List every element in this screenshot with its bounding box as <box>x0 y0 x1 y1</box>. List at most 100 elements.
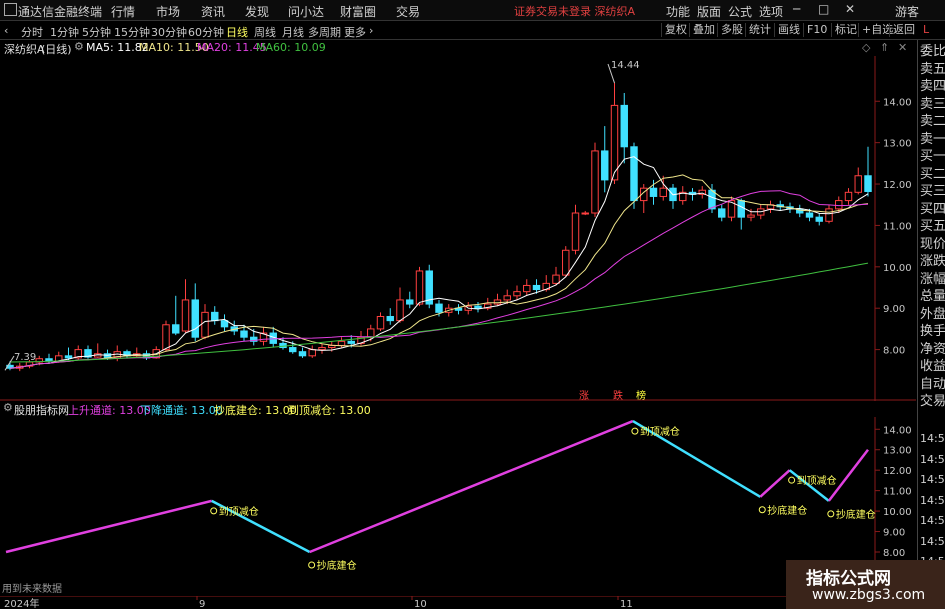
collapse-icon[interactable]: ‹ <box>4 24 8 37</box>
tab-5min[interactable]: 5分钟 <box>82 24 111 40</box>
login-warning[interactable]: 证券交易未登录 深纺织A <box>514 3 635 19</box>
candle[interactable] <box>367 328 375 338</box>
candle[interactable] <box>844 191 853 202</box>
candle[interactable] <box>181 299 190 332</box>
candle[interactable] <box>406 299 414 305</box>
candle[interactable] <box>601 150 609 181</box>
candle[interactable] <box>308 349 316 357</box>
tab-1min[interactable]: 1分钟 <box>50 24 79 40</box>
tab-daily[interactable]: 日线 <box>226 24 248 40</box>
draw-button[interactable]: 画线 <box>774 23 803 37</box>
f10-button[interactable]: F10 <box>803 23 830 37</box>
chart-close-icon[interactable]: ✕ <box>898 41 907 54</box>
menu-market[interactable]: 市场 <box>156 3 180 20</box>
candle[interactable] <box>191 299 199 338</box>
menu-news[interactable]: 资讯 <box>201 3 225 20</box>
candle[interactable] <box>532 284 541 291</box>
candle[interactable] <box>708 189 716 210</box>
candle[interactable] <box>854 175 862 193</box>
side-panel-item[interactable]: 收益 <box>920 358 945 375</box>
candle[interactable] <box>523 284 531 293</box>
multi-stock-button[interactable]: 多股 <box>717 23 746 37</box>
rank-list-marker[interactable]: 榜 <box>636 389 646 401</box>
tab-30min[interactable]: 30分钟 <box>151 24 187 40</box>
candle[interactable] <box>386 315 394 322</box>
diamond-icon[interactable]: ◇ <box>862 41 870 54</box>
candle[interactable] <box>172 324 180 334</box>
side-panel-item[interactable]: 委比 <box>920 43 945 60</box>
side-panel-item[interactable]: 换手 <box>920 323 945 340</box>
side-panel-item[interactable]: 外盘 <box>920 306 945 323</box>
menu-options[interactable]: 选项 <box>759 3 783 20</box>
candle[interactable] <box>659 187 667 197</box>
candle[interactable] <box>513 291 521 297</box>
candle[interactable] <box>835 200 843 210</box>
candle[interactable] <box>737 200 745 218</box>
menu-quotes[interactable]: 行情 <box>111 3 135 20</box>
menu-formula[interactable]: 公式 <box>728 3 752 20</box>
rank-fall-marker[interactable]: 跌 <box>613 389 623 401</box>
candle[interactable] <box>493 299 502 305</box>
stock-name[interactable]: 深纺织A <box>4 41 45 57</box>
candle[interactable] <box>815 216 823 222</box>
candle[interactable] <box>474 305 482 309</box>
side-panel-item[interactable]: 净资 <box>920 341 945 358</box>
stats-button[interactable]: 统计 <box>745 23 774 37</box>
candle[interactable] <box>581 212 589 215</box>
menu-function[interactable]: 功能 <box>666 3 690 20</box>
side-panel-item[interactable]: 现价 <box>920 236 945 253</box>
menu-discover[interactable]: 发现 <box>245 3 269 20</box>
side-panel-item[interactable]: 买二 <box>920 166 945 183</box>
overlay-button[interactable]: 叠加 <box>689 23 718 37</box>
candle[interactable] <box>805 212 814 218</box>
candle[interactable] <box>376 315 385 330</box>
back-button[interactable]: 返回 <box>889 23 918 37</box>
menu-wealth[interactable]: 财富圈 <box>340 3 376 20</box>
candle[interactable] <box>562 249 570 276</box>
tab-weekly[interactable]: 周线 <box>254 24 276 40</box>
tab-more[interactable]: 更多 <box>344 24 366 40</box>
side-panel-item[interactable]: 总量 <box>920 288 945 305</box>
side-panel-item[interactable]: 卖四 <box>920 78 945 95</box>
side-panel-item[interactable]: 卖一 <box>920 131 945 148</box>
settings-gear-icon[interactable]: ⚙ <box>74 40 84 53</box>
indicator-chart[interactable]: 14.0013.0012.0011.0010.009.008.00 到顶减仓抄底… <box>0 417 916 596</box>
candle[interactable] <box>630 146 638 202</box>
candle[interactable] <box>220 320 229 328</box>
side-panel-item[interactable]: 买四 <box>920 201 945 218</box>
adjust-button[interactable]: 复权 <box>661 23 690 37</box>
candle[interactable] <box>864 175 872 192</box>
tab-monthly[interactable]: 月线 <box>282 24 304 40</box>
candle[interactable] <box>620 104 628 148</box>
more-chevron-icon[interactable]: › <box>369 24 373 37</box>
candle[interactable] <box>318 347 326 351</box>
close-icon[interactable]: ✕ <box>845 2 855 16</box>
indicator-name[interactable]: 股朋指标网 <box>14 402 69 418</box>
candle[interactable] <box>396 299 404 322</box>
candle[interactable] <box>240 330 248 338</box>
side-panel-item[interactable]: 涨跌 <box>920 253 945 270</box>
candle[interactable] <box>435 303 443 313</box>
candle[interactable] <box>415 270 424 305</box>
guest-label[interactable]: 游客 <box>895 3 919 20</box>
mark-button[interactable]: 标记 <box>831 23 860 37</box>
candle[interactable] <box>211 311 219 322</box>
side-panel-item[interactable]: 卖三 <box>920 96 945 113</box>
side-panel-item[interactable]: 自动 <box>920 376 945 393</box>
candle[interactable] <box>718 208 726 218</box>
candle[interactable] <box>571 212 580 251</box>
candle[interactable] <box>201 311 209 338</box>
menu-layout[interactable]: 版面 <box>697 3 721 20</box>
candle[interactable] <box>279 342 287 349</box>
tab-timeshare[interactable]: 分时 <box>21 24 43 40</box>
menu-ask[interactable]: 问小达 <box>288 3 324 20</box>
side-panel-item[interactable]: 买五 <box>920 218 945 235</box>
candle[interactable] <box>64 355 73 359</box>
restore-icon[interactable]: □ <box>818 2 829 16</box>
menu-trade[interactable]: 交易 <box>396 3 420 20</box>
candle[interactable] <box>289 347 297 353</box>
side-panel-item[interactable]: 买三 <box>920 183 945 200</box>
candle[interactable] <box>162 324 170 351</box>
candle[interactable] <box>347 340 355 344</box>
rank-rise-marker[interactable]: 涨 <box>579 390 589 401</box>
